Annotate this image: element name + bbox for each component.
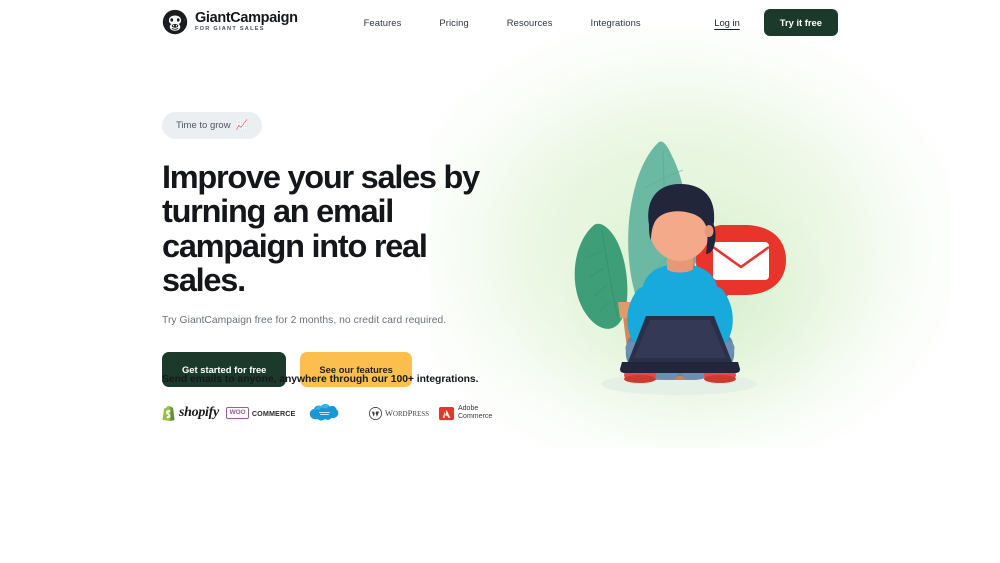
nav-link-resources[interactable]: Resources xyxy=(507,17,553,28)
adobe-commerce-wordmark: Adobe Commerce xyxy=(458,405,492,421)
shopify-bag-icon xyxy=(162,406,175,421)
logo-shopify: shopify xyxy=(162,402,226,424)
time-to-grow-badge: Time to grow 📈 xyxy=(162,112,263,139)
brand-logo[interactable]: GiantCampaign FOR GIANT SALES xyxy=(162,9,298,35)
badge-label: Time to grow xyxy=(176,120,231,131)
chart-increasing-icon: 📈 xyxy=(235,119,249,131)
logo-salesforce xyxy=(309,402,369,424)
nav-actions: Log in Try it free xyxy=(714,8,838,36)
integration-logos: shopify WOO COMMERCE WORDPRESS Adobe Com… xyxy=(162,402,509,424)
shopify-wordmark: shopify xyxy=(179,405,219,420)
login-link[interactable]: Log in xyxy=(714,17,740,28)
logo-adobe-commerce: Adobe Commerce xyxy=(439,402,509,424)
nav-links: Features Pricing Resources Integrations xyxy=(364,17,641,28)
woocommerce-wordmark: COMMERCE xyxy=(251,408,296,418)
brand-tagline: FOR GIANT SALES xyxy=(195,26,265,33)
nav-link-features[interactable]: Features xyxy=(364,17,402,28)
hero-illustration xyxy=(574,141,786,395)
adobe-a-icon xyxy=(439,406,454,420)
adobe-line2: Commerce xyxy=(458,413,493,420)
integrations-title: Send emails to anyone, anywhere through … xyxy=(162,374,479,385)
wordpress-w-icon xyxy=(369,406,382,420)
brand-name: GiantCampaign xyxy=(195,9,298,26)
gorilla-head-icon xyxy=(162,9,188,35)
hero-subheadline: Try GiantCampaign free for 2 months, no … xyxy=(162,315,447,327)
nav-link-pricing[interactable]: Pricing xyxy=(439,17,468,28)
wordpress-wordmark: WORDPRESS xyxy=(385,408,430,418)
hero-content: Time to grow 📈 Improve your sales by tur… xyxy=(162,112,522,388)
try-it-free-button[interactable]: Try it free xyxy=(763,8,838,36)
logo-woocommerce: WOO COMMERCE xyxy=(226,402,309,424)
integrations-section: Send emails to anyone, anywhere through … xyxy=(162,374,509,424)
nav-link-integrations[interactable]: Integrations xyxy=(590,17,640,28)
woo-badge: WOO xyxy=(226,407,249,419)
landing-page: GiantCampaign FOR GIANT SALES Features P… xyxy=(0,0,1000,563)
page-title: Improve your sales by turning an email c… xyxy=(162,159,480,298)
logo-wordpress: WORDPRESS xyxy=(369,402,439,424)
salesforce-cloud-icon xyxy=(309,403,339,420)
adobe-line1: Adobe xyxy=(458,405,479,413)
top-navigation: GiantCampaign FOR GIANT SALES Features P… xyxy=(0,0,1000,44)
